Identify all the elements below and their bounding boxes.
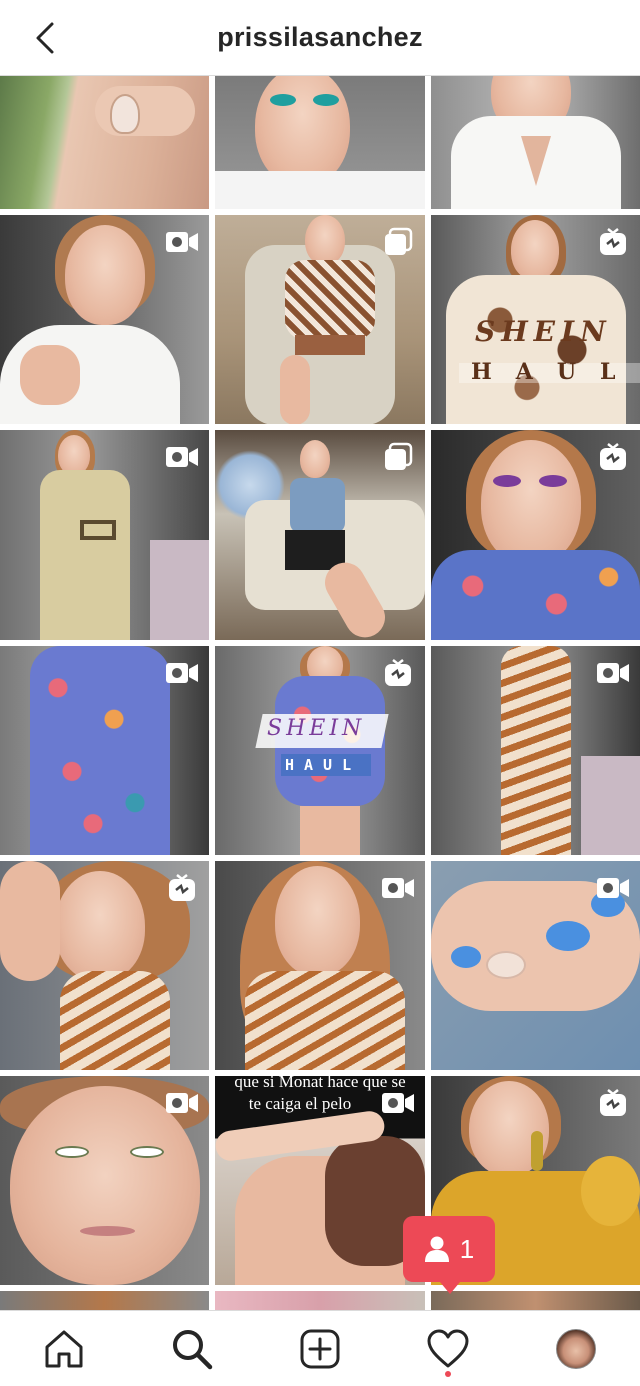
post-thumbnail[interactable] xyxy=(431,646,640,855)
post-thumbnail[interactable] xyxy=(215,215,425,424)
video-camera-icon xyxy=(165,1088,199,1118)
video-camera-icon xyxy=(381,873,415,903)
post-thumbnail[interactable]: SHEIN HAUL xyxy=(431,215,640,424)
video-camera-icon xyxy=(381,1088,415,1118)
video-caption-line-2: te caiga el pelo xyxy=(248,1094,352,1113)
notification-count: 1 xyxy=(459,1233,475,1264)
nav-new-post-button[interactable] xyxy=(290,1319,350,1379)
post-thumbnail[interactable] xyxy=(215,861,425,1070)
home-icon xyxy=(45,1330,83,1367)
activity-indicator-dot xyxy=(445,1370,451,1377)
post-thumbnail[interactable] xyxy=(215,76,425,209)
post-thumbnail[interactable] xyxy=(0,215,209,424)
post-thumbnail[interactable]: SHEIN HAUL xyxy=(215,646,425,855)
post-thumbnail[interactable] xyxy=(0,430,209,640)
video-camera-icon xyxy=(165,442,199,472)
post-thumbnail[interactable] xyxy=(431,76,640,209)
shein-overlay-text: SHEIN xyxy=(267,716,366,741)
post-thumbnail[interactable] xyxy=(0,646,209,855)
post-thumbnail[interactable] xyxy=(431,861,640,1070)
video-camera-icon xyxy=(165,658,199,688)
post-thumbnail[interactable] xyxy=(431,1291,640,1310)
post-thumbnail[interactable] xyxy=(0,1076,209,1285)
haul-overlay-text: HAUL xyxy=(471,359,640,385)
video-camera-icon xyxy=(596,873,630,903)
igtv-icon xyxy=(596,227,630,257)
profile-avatar xyxy=(556,1328,596,1369)
app-root: prissilasanchez SHEIN HAUL SHEIN HAUL qu… xyxy=(0,0,640,1386)
post-thumbnail[interactable] xyxy=(0,1291,209,1310)
heart-icon xyxy=(427,1329,469,1367)
carousel-icon xyxy=(381,442,415,472)
chevron-left-icon xyxy=(36,22,54,54)
nav-profile-button[interactable] xyxy=(546,1319,606,1379)
igtv-icon xyxy=(596,1088,630,1118)
search-icon xyxy=(173,1329,213,1369)
nav-activity-button[interactable] xyxy=(418,1319,478,1379)
profile-username-title: prissilasanchez xyxy=(217,22,423,52)
post-thumbnail[interactable] xyxy=(215,430,425,640)
nav-search-button[interactable] xyxy=(162,1319,222,1379)
post-thumbnail[interactable] xyxy=(0,861,209,1070)
top-bar: prissilasanchez xyxy=(0,0,640,76)
post-grid: SHEIN HAUL SHEIN HAUL que si Monat hace … xyxy=(0,76,640,1310)
video-camera-icon xyxy=(596,658,630,688)
shein-overlay-text: SHEIN xyxy=(475,315,612,348)
nav-home-button[interactable] xyxy=(34,1319,94,1379)
video-camera-icon xyxy=(165,227,199,257)
post-thumbnail[interactable]: que si Monat hace que se te caiga el pel… xyxy=(215,1076,425,1285)
carousel-icon xyxy=(381,227,415,257)
igtv-icon xyxy=(596,442,630,472)
haul-overlay-text: HAUL xyxy=(285,756,362,774)
igtv-icon xyxy=(165,873,199,903)
post-thumbnail[interactable] xyxy=(215,1291,425,1310)
post-thumbnail[interactable] xyxy=(431,430,640,640)
person-icon xyxy=(424,1236,449,1262)
bottom-navigation xyxy=(0,1310,640,1386)
back-button[interactable] xyxy=(24,16,68,60)
follower-notification-bubble[interactable]: 1 xyxy=(403,1216,495,1294)
post-thumbnail[interactable] xyxy=(0,76,209,209)
igtv-icon xyxy=(381,658,415,688)
add-post-icon xyxy=(300,1329,340,1368)
